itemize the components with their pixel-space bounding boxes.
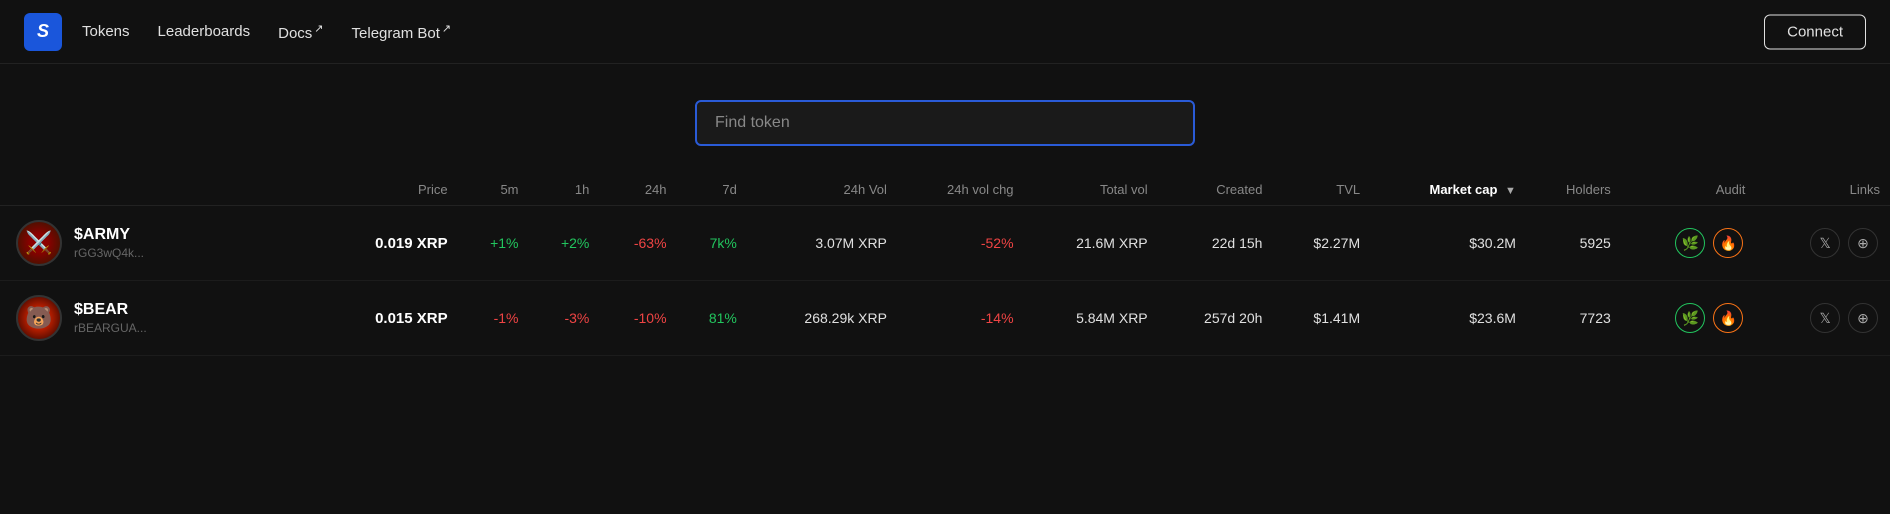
5m-bear: -1%: [458, 281, 529, 356]
logo[interactable]: S: [24, 13, 62, 51]
links-cell-bear: 𝕏 ⊕: [1755, 281, 1890, 356]
created-army: 22d 15h: [1158, 206, 1273, 281]
vol24chg-army: -52%: [897, 206, 1024, 281]
col-header-price: Price: [322, 174, 458, 206]
col-header-24h: 24h: [599, 174, 676, 206]
logo-icon: S: [37, 21, 49, 42]
website-icon-bear[interactable]: ⊕: [1848, 303, 1878, 333]
token-name-bear: $BEAR: [74, 301, 147, 319]
audit-fire-icon-army[interactable]: 🔥: [1713, 228, 1743, 258]
1h-bear: -3%: [529, 281, 600, 356]
search-input[interactable]: [695, 100, 1195, 146]
marketcap-bear: $23.6M: [1370, 281, 1526, 356]
col-header-totalvol: Total vol: [1024, 174, 1158, 206]
website-icon-army[interactable]: ⊕: [1848, 228, 1878, 258]
col-header-created: Created: [1158, 174, 1273, 206]
col-header-7d: 7d: [677, 174, 747, 206]
col-header-1h: 1h: [529, 174, 600, 206]
nav-telegram-bot[interactable]: Telegram Bot↗: [352, 22, 452, 42]
7d-army: 7k%: [677, 206, 747, 281]
tvl-army: $2.27M: [1272, 206, 1370, 281]
token-name-army: $ARMY: [74, 226, 144, 244]
vol24chg-bear: -14%: [897, 281, 1024, 356]
holders-army: 5925: [1526, 206, 1621, 281]
col-header-audit: Audit: [1621, 174, 1756, 206]
col-header-holders: Holders: [1526, 174, 1621, 206]
token-cell-army: ⚔️ $ARMY rGG3wQ4k...: [0, 206, 322, 281]
totalvol-bear: 5.84M XRP: [1024, 281, 1158, 356]
audit-icons-bear: 🌿 🔥: [1621, 281, 1756, 356]
external-link-icon: ↗: [442, 23, 451, 35]
totalvol-army: 21.6M XRP: [1024, 206, 1158, 281]
token-table-wrap: Price 5m 1h 24h 7d 24h Vol 24h vol chg T…: [0, 174, 1890, 376]
audit-green-icon-army[interactable]: 🌿: [1675, 228, 1705, 258]
audit-icons-army: 🌿 🔥: [1621, 206, 1756, 281]
holders-bear: 7723: [1526, 281, 1621, 356]
token-cell-bear: 🐻 $BEAR rBEARGUA...: [0, 281, 322, 356]
twitter-icon-army[interactable]: 𝕏: [1810, 228, 1840, 258]
sort-arrow-icon: ▼: [1505, 185, 1516, 197]
table-row[interactable]: 🐻 $BEAR rBEARGUA... 0.015 XRP -1% -3% -1…: [0, 281, 1890, 356]
table-header-row: Price 5m 1h 24h 7d 24h Vol 24h vol chg T…: [0, 174, 1890, 206]
token-avatar-army: ⚔️: [16, 220, 62, 266]
24h-bear: -10%: [599, 281, 676, 356]
vol24-army: 3.07M XRP: [747, 206, 897, 281]
external-link-icon: ↗: [314, 23, 323, 35]
main-nav: Tokens Leaderboards Docs↗ Telegram Bot↗: [82, 22, 451, 42]
token-avatar-bear: 🐻: [16, 295, 62, 341]
nav-tokens[interactable]: Tokens: [82, 23, 130, 40]
audit-fire-icon-bear[interactable]: 🔥: [1713, 303, 1743, 333]
audit-green-icon-bear[interactable]: 🌿: [1675, 303, 1705, 333]
price-army: 0.019 XRP: [322, 206, 458, 281]
header: S Tokens Leaderboards Docs↗ Telegram Bot…: [0, 0, 1890, 64]
token-address-army: rGG3wQ4k...: [74, 246, 144, 260]
twitter-icon-bear[interactable]: 𝕏: [1810, 303, 1840, 333]
price-bear: 0.015 XRP: [322, 281, 458, 356]
connect-button[interactable]: Connect: [1764, 14, 1866, 49]
1h-army: +2%: [529, 206, 600, 281]
token-table: Price 5m 1h 24h 7d 24h Vol 24h vol chg T…: [0, 174, 1890, 356]
table-row[interactable]: ⚔️ $ARMY rGG3wQ4k... 0.019 XRP +1% +2% -…: [0, 206, 1890, 281]
created-bear: 257d 20h: [1158, 281, 1273, 356]
col-header-5m: 5m: [458, 174, 529, 206]
search-area: [0, 64, 1890, 174]
nav-leaderboards[interactable]: Leaderboards: [158, 23, 251, 40]
token-address-bear: rBEARGUA...: [74, 321, 147, 335]
col-header-links: Links: [1755, 174, 1890, 206]
7d-bear: 81%: [677, 281, 747, 356]
5m-army: +1%: [458, 206, 529, 281]
marketcap-army: $30.2M: [1370, 206, 1526, 281]
col-header-token: [0, 174, 322, 206]
vol24-bear: 268.29k XRP: [747, 281, 897, 356]
col-header-marketcap[interactable]: Market cap ▼: [1370, 174, 1526, 206]
24h-army: -63%: [599, 206, 676, 281]
nav-docs[interactable]: Docs↗: [278, 22, 323, 42]
col-header-24hvolchg: 24h vol chg: [897, 174, 1024, 206]
col-header-24hvol: 24h Vol: [747, 174, 897, 206]
col-header-tvl: TVL: [1272, 174, 1370, 206]
links-cell-army: 𝕏 ⊕: [1755, 206, 1890, 281]
tvl-bear: $1.41M: [1272, 281, 1370, 356]
